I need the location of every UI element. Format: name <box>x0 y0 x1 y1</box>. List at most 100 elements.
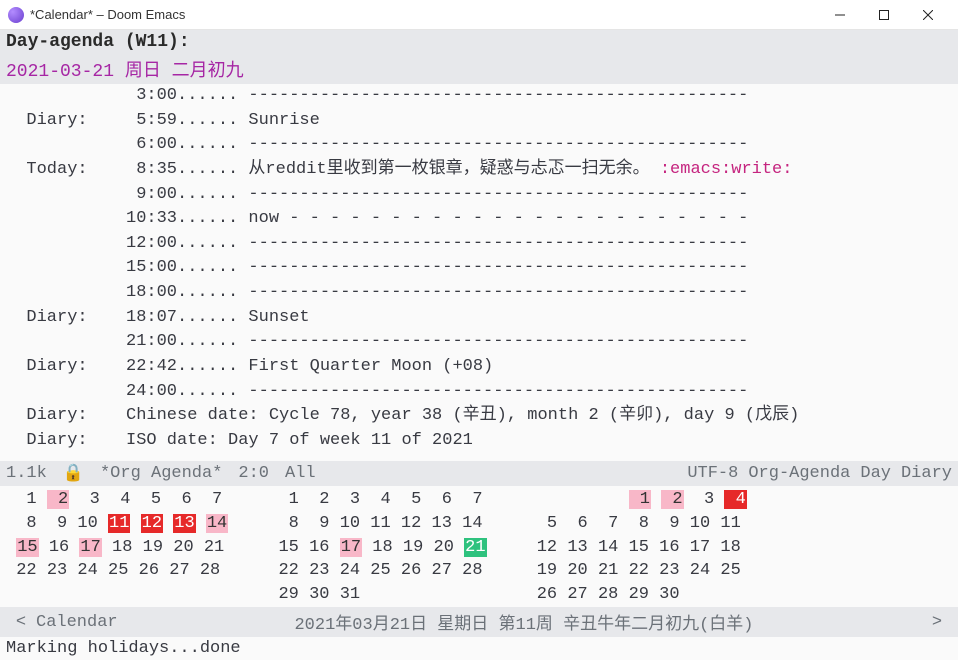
calendar-day[interactable]: 28 <box>200 561 220 580</box>
calendar-day[interactable]: 10 <box>340 514 360 533</box>
calendar-day-today[interactable]: 21 <box>464 538 486 557</box>
calendar-day[interactable]: 2 <box>309 490 329 509</box>
calendar-day[interactable]: 6 <box>171 490 191 509</box>
calendar-day[interactable]: 29 <box>278 585 298 604</box>
calendar-day[interactable] <box>567 490 587 509</box>
calendar-day-marked[interactable]: 14 <box>206 514 228 533</box>
calendar-window[interactable]: 1 2 3 4 5 6 7 8 9 10 11 12 13 14 15 16 1… <box>0 486 958 607</box>
agenda-line[interactable]: 6:00...... -----------------------------… <box>6 133 952 158</box>
calendar-day[interactable]: 24 <box>77 561 97 580</box>
calendar-day[interactable]: 29 <box>629 585 649 604</box>
calendar-day[interactable]: 27 <box>432 561 452 580</box>
agenda-line[interactable]: Diary:18:07...... Sunset <box>6 306 952 331</box>
close-button[interactable] <box>906 1 950 29</box>
calendar-day[interactable]: 21 <box>598 561 618 580</box>
agenda-line[interactable]: 24:00...... ----------------------------… <box>6 380 952 405</box>
calendar-day[interactable]: 6 <box>432 490 452 509</box>
agenda-line[interactable]: 3:00...... -----------------------------… <box>6 84 952 109</box>
calendar-day[interactable]: 22 <box>629 561 649 580</box>
calendar-day[interactable]: 26 <box>401 561 421 580</box>
calendar-prev-arrow[interactable]: < <box>6 613 36 632</box>
calendar-day[interactable]: 5 <box>537 514 557 533</box>
calendar-day[interactable]: 7 <box>202 490 222 509</box>
calendar-day[interactable]: 6 <box>567 514 587 533</box>
agenda-line[interactable]: 12:00...... ----------------------------… <box>6 232 952 257</box>
agenda-line[interactable]: Diary:ISO date: Day 7 of week 11 of 2021 <box>6 429 952 454</box>
calendar-day[interactable]: 9 <box>309 514 329 533</box>
calendar-day[interactable]: 7 <box>462 490 482 509</box>
calendar-day[interactable]: 11 <box>720 514 740 533</box>
calendar-day[interactable]: 19 <box>143 538 163 557</box>
calendar-day[interactable]: 26 <box>139 561 159 580</box>
calendar-day[interactable]: 30 <box>309 585 329 604</box>
minimize-button[interactable] <box>818 1 862 29</box>
agenda-line[interactable]: Diary:22:42...... First Quarter Moon (+0… <box>6 355 952 380</box>
calendar-day-holiday[interactable]: 4 <box>724 490 746 509</box>
calendar-day[interactable]: 10 <box>77 514 97 533</box>
calendar-day[interactable]: 3 <box>340 490 360 509</box>
calendar-next-arrow[interactable]: > <box>922 613 952 632</box>
calendar-day[interactable]: 20 <box>567 561 587 580</box>
calendar-day[interactable]: 24 <box>690 561 710 580</box>
calendar-day[interactable]: 18 <box>720 538 740 557</box>
calendar-day[interactable]: 18 <box>372 538 392 557</box>
calendar-day[interactable]: 16 <box>309 538 329 557</box>
calendar-day[interactable]: 14 <box>598 538 618 557</box>
calendar-day[interactable]: 14 <box>462 514 482 533</box>
calendar-day-marked[interactable]: 1 <box>629 490 651 509</box>
calendar-day[interactable]: 7 <box>598 514 618 533</box>
calendar-day[interactable]: 12 <box>537 538 557 557</box>
agenda-line[interactable]: 9:00...... -----------------------------… <box>6 183 952 208</box>
calendar-day-marked[interactable]: 15 <box>16 538 38 557</box>
calendar-day[interactable]: 9 <box>47 514 67 533</box>
maximize-button[interactable] <box>862 1 906 29</box>
calendar-day[interactable]: 25 <box>720 561 740 580</box>
calendar-day[interactable]: 8 <box>278 514 298 533</box>
calendar-day[interactable]: 5 <box>141 490 161 509</box>
calendar-day[interactable]: 19 <box>537 561 557 580</box>
calendar-day[interactable]: 25 <box>370 561 390 580</box>
calendar-day[interactable]: 28 <box>462 561 482 580</box>
calendar-day[interactable]: 4 <box>370 490 390 509</box>
calendar-day[interactable]: 27 <box>567 585 587 604</box>
calendar-day[interactable]: 8 <box>629 514 649 533</box>
calendar-day[interactable]: 1 <box>16 490 36 509</box>
calendar-day[interactable]: 3 <box>694 490 714 509</box>
calendar-day-marked[interactable]: 17 <box>340 538 362 557</box>
agenda-line[interactable]: 15:00...... ----------------------------… <box>6 256 952 281</box>
calendar-day[interactable]: 16 <box>49 538 69 557</box>
calendar-day[interactable]: 23 <box>47 561 67 580</box>
calendar-day[interactable]: 18 <box>112 538 132 557</box>
calendar-day[interactable]: 11 <box>370 514 390 533</box>
agenda-line[interactable]: Today: 8:35...... 从reddit里收到第一枚银章，疑惑与忐忑一… <box>6 158 952 183</box>
calendar-day[interactable]: 30 <box>659 585 679 604</box>
agenda-line[interactable]: 18:00...... ----------------------------… <box>6 281 952 306</box>
calendar-day[interactable]: 23 <box>309 561 329 580</box>
calendar-day[interactable]: 3 <box>79 490 99 509</box>
calendar-day[interactable] <box>598 490 618 509</box>
agenda-line[interactable]: 21:00...... ----------------------------… <box>6 330 952 355</box>
agenda-body[interactable]: 3:00...... -----------------------------… <box>0 84 958 461</box>
calendar-day-holiday[interactable]: 12 <box>141 514 163 533</box>
calendar-day[interactable]: 4 <box>110 490 130 509</box>
calendar-day[interactable]: 19 <box>403 538 423 557</box>
agenda-line[interactable]: 10:33...... now - - - - - - - - - - - - … <box>6 207 952 232</box>
calendar-day[interactable]: 17 <box>690 538 710 557</box>
agenda-line[interactable]: Diary: 5:59...... Sunrise <box>6 109 952 134</box>
calendar-day[interactable]: 31 <box>340 585 360 604</box>
agenda-line[interactable]: Diary:Chinese date: Cycle 78, year 38 (辛… <box>6 404 952 429</box>
calendar-day[interactable]: 28 <box>598 585 618 604</box>
calendar-day[interactable]: 21 <box>204 538 224 557</box>
calendar-day[interactable]: 15 <box>278 538 298 557</box>
calendar-day[interactable]: 22 <box>278 561 298 580</box>
calendar-day[interactable]: 1 <box>278 490 298 509</box>
calendar-day-marked[interactable]: 2 <box>661 490 683 509</box>
calendar-day[interactable]: 13 <box>567 538 587 557</box>
calendar-day[interactable]: 20 <box>434 538 454 557</box>
calendar-day-marked[interactable]: 17 <box>79 538 101 557</box>
calendar-day[interactable]: 15 <box>629 538 649 557</box>
calendar-day-holiday[interactable]: 11 <box>108 514 130 533</box>
calendar-day[interactable]: 27 <box>169 561 189 580</box>
calendar-day[interactable]: 16 <box>659 538 679 557</box>
calendar-day[interactable]: 5 <box>401 490 421 509</box>
